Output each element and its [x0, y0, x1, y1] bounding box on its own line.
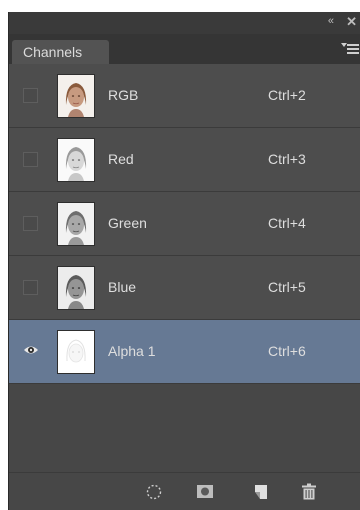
channel-name: Green — [108, 215, 147, 231]
channel-name: Alpha 1 — [108, 343, 156, 359]
channel-name: Blue — [108, 279, 137, 295]
channels-panel: « ✕ Channels RGB Ctrl+2 Red Ctrl+3 Green… — [8, 12, 360, 510]
visibility-toggle[interactable] — [23, 280, 38, 295]
panel-title-bar: « ✕ — [9, 12, 360, 34]
tab-channels[interactable]: Channels — [12, 40, 109, 64]
portrait-thumbnail-icon — [58, 139, 94, 181]
channel-row-blue[interactable]: Blue Ctrl+5 — [9, 256, 360, 320]
visibility-toggle[interactable] — [23, 88, 38, 103]
channel-shortcut: Ctrl+3 — [268, 151, 306, 167]
channel-shortcut: Ctrl+4 — [268, 215, 306, 231]
visibility-toggle[interactable] — [23, 342, 38, 357]
channel-thumbnail — [57, 266, 95, 310]
panel-menu-icon[interactable] — [341, 42, 359, 56]
portrait-thumbnail-icon — [58, 75, 94, 117]
channel-list-empty-area — [9, 391, 360, 472]
load-selection-icon[interactable] — [143, 481, 165, 503]
panel-tab-bar: Channels — [9, 34, 360, 64]
portrait-thumbnail-icon — [58, 267, 94, 309]
channel-row-red[interactable]: Red Ctrl+3 — [9, 128, 360, 192]
save-selection-icon[interactable] — [194, 481, 216, 503]
channel-thumbnail — [57, 138, 95, 182]
channel-row-alpha-1[interactable]: Alpha 1 Ctrl+6 — [9, 320, 360, 384]
visibility-toggle[interactable] — [23, 216, 38, 231]
alpha-thumbnail-icon — [58, 331, 94, 373]
channel-row-rgb[interactable]: RGB Ctrl+2 — [9, 64, 360, 128]
channel-thumbnail — [57, 202, 95, 246]
delete-channel-icon[interactable] — [298, 481, 320, 503]
panel-footer — [9, 472, 360, 510]
close-icon[interactable]: ✕ — [346, 14, 357, 30]
collapse-icon[interactable]: « — [328, 15, 334, 27]
portrait-thumbnail-icon — [58, 203, 94, 245]
channel-shortcut: Ctrl+6 — [268, 343, 306, 359]
channel-shortcut: Ctrl+5 — [268, 279, 306, 295]
channel-name: Red — [108, 151, 134, 167]
channel-shortcut: Ctrl+2 — [268, 87, 306, 103]
eye-icon — [24, 346, 38, 354]
visibility-toggle[interactable] — [23, 152, 38, 167]
channel-name: RGB — [108, 87, 139, 103]
channel-thumbnail — [57, 74, 95, 118]
channel-thumbnail — [57, 330, 95, 374]
channel-row-green[interactable]: Green Ctrl+4 — [9, 192, 360, 256]
new-channel-icon[interactable] — [250, 481, 272, 503]
